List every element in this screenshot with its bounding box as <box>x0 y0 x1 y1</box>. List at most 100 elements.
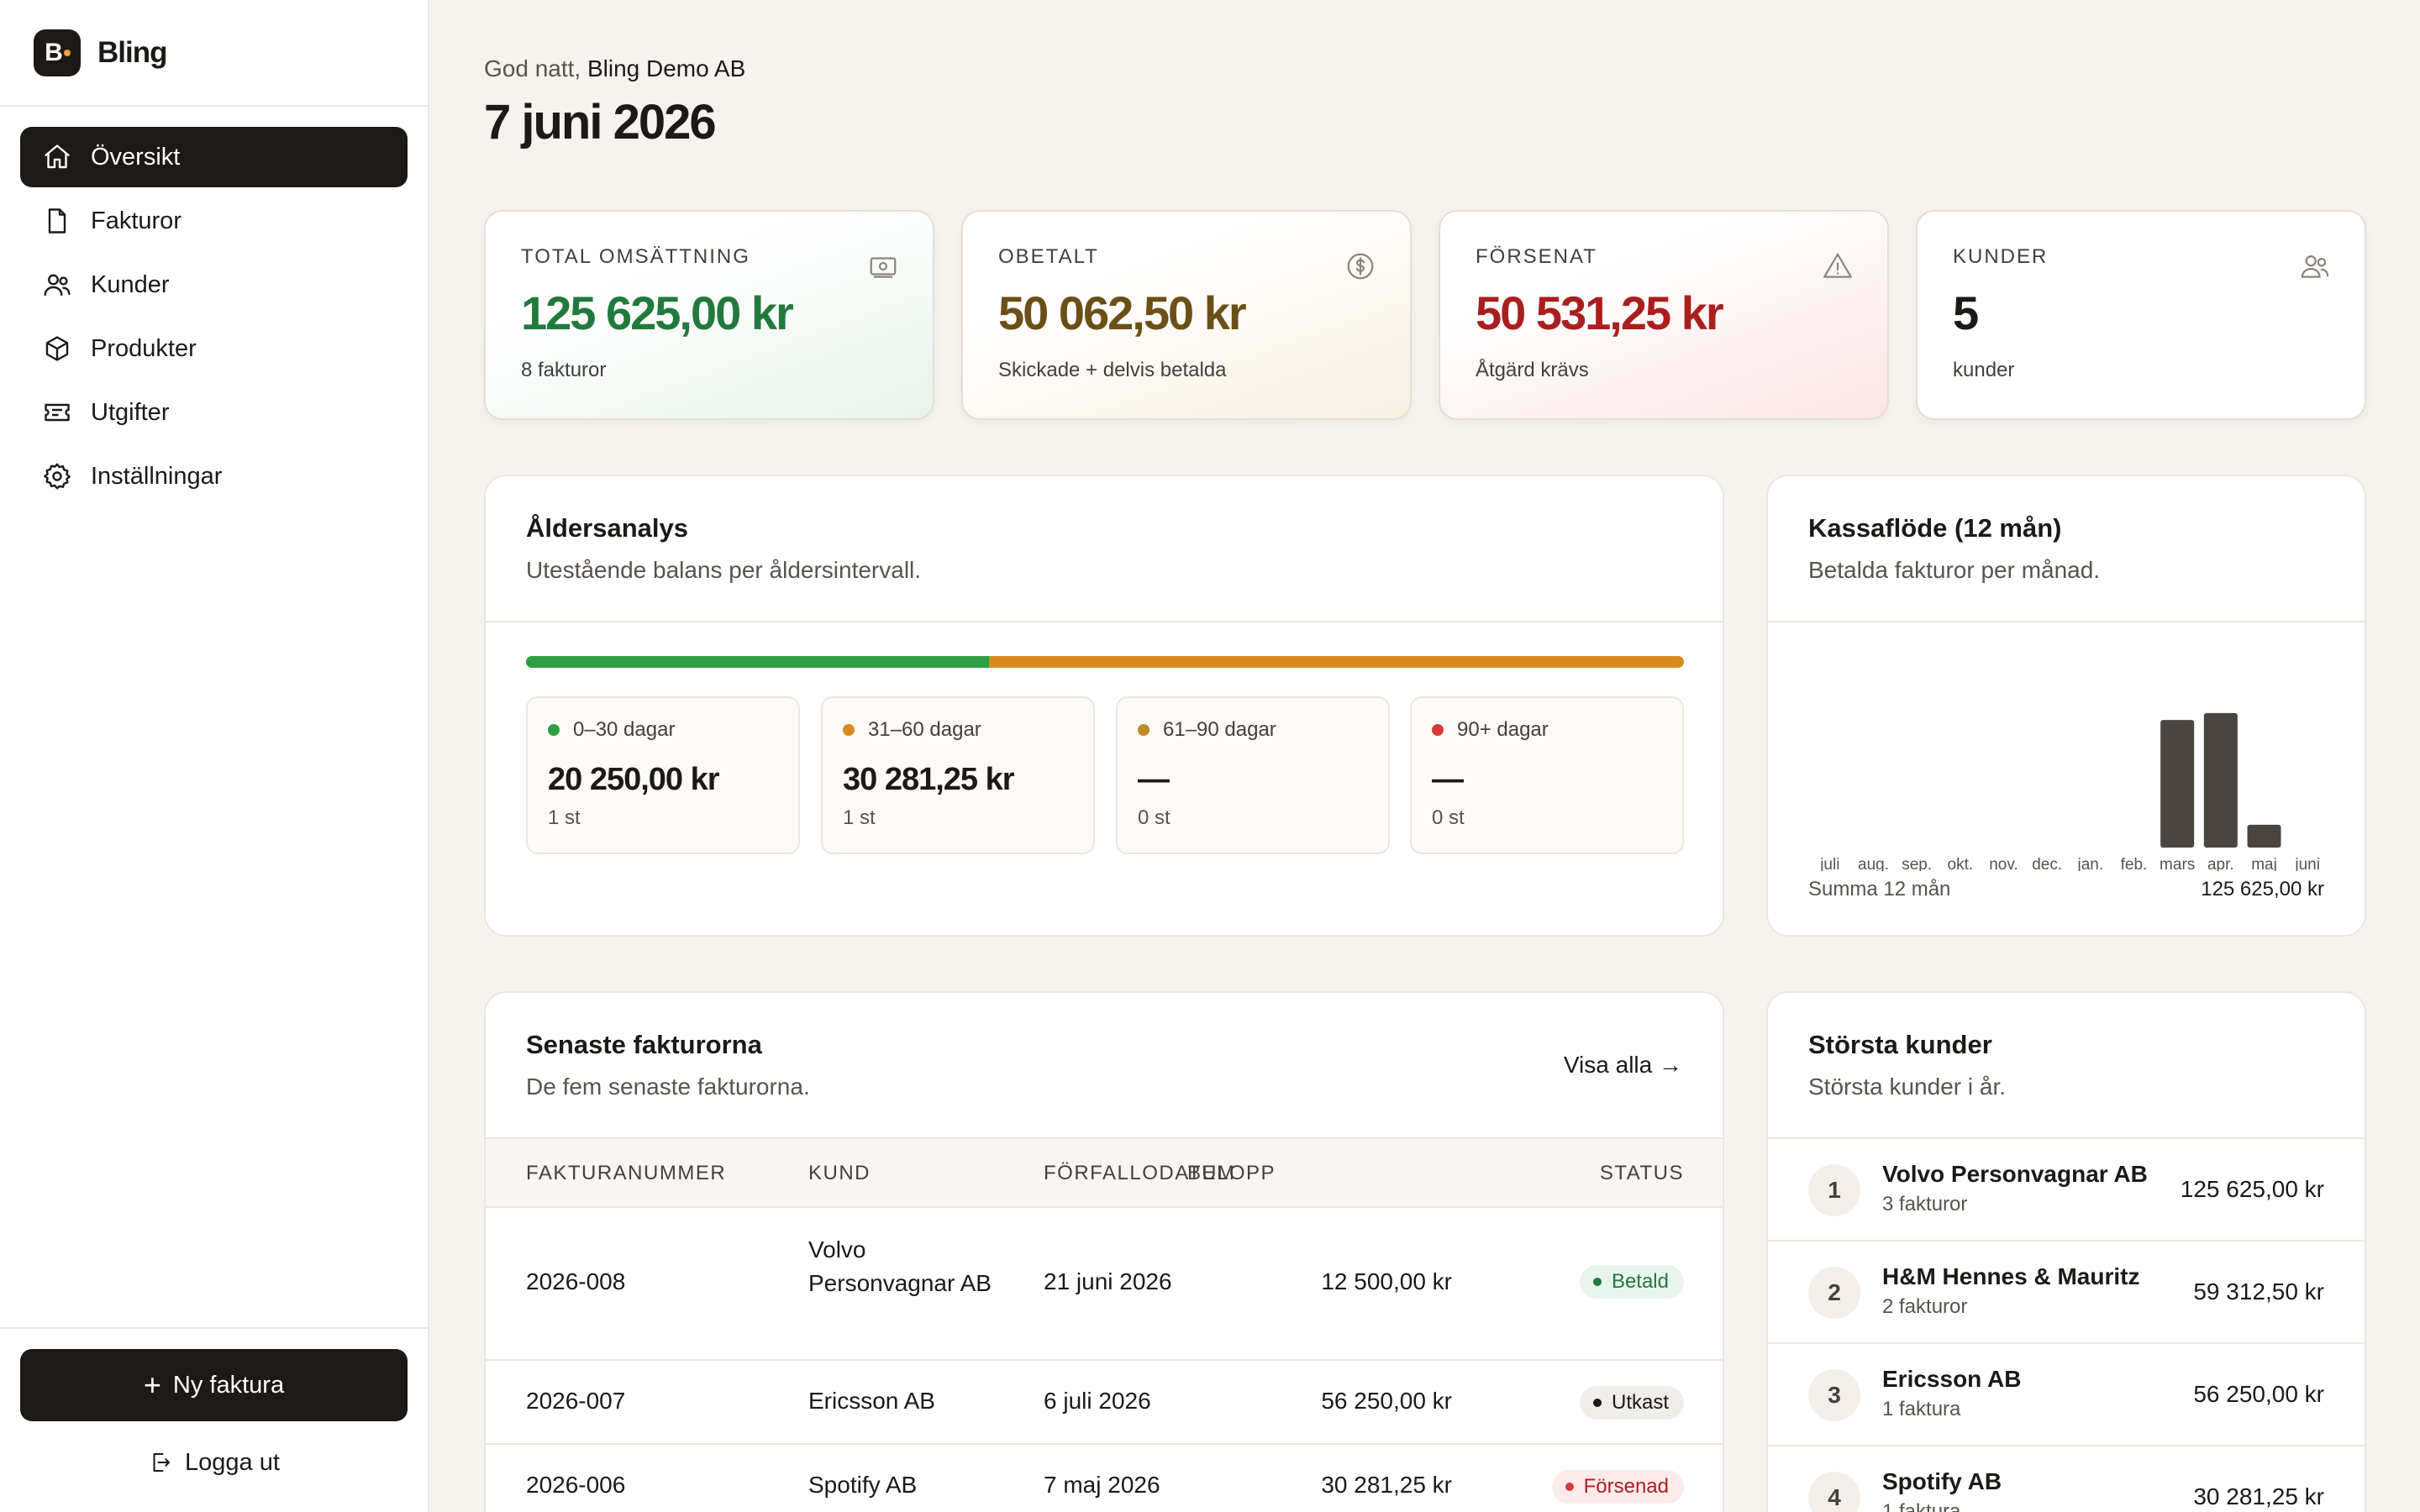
column-header-status[interactable]: STATUS <box>1600 1139 1684 1208</box>
list-item[interactable]: 3 Ericsson AB 1 faktura 56 250,00 kr <box>1768 1344 2365 1446</box>
list-item[interactable]: 2 H&M Hennes & Mauritz 2 fakturor 59 312… <box>1768 1242 2365 1344</box>
kpi-unpaid[interactable]: OBETALT 50 062,50 kr Skickade + delvis b… <box>961 210 1412 420</box>
kpi-total-revenue[interactable]: TOTAL OMSÄTTNING 125 625,00 kr 8 fakturo… <box>484 210 934 420</box>
cashflow-tick-label: okt. <box>1948 856 1974 871</box>
sidebar-item-label: Utgifter <box>91 398 170 426</box>
sidebar-item-produkter[interactable]: Produkter <box>20 318 408 379</box>
sidebar-item-fakturor[interactable]: Fakturor <box>20 191 408 251</box>
aging-title: Åldersanalys <box>526 513 688 543</box>
status-badge: Försenad <box>1551 1470 1684 1504</box>
bucket-count: 1 st <box>843 806 876 829</box>
customers-title: Största kunder <box>1808 1030 1992 1059</box>
cashflow-bar-maj[interactable] <box>2247 824 2281 848</box>
aging-bucket-31-60[interactable]: 31–60 dagar 30 281,25 kr 1 st <box>821 696 1095 854</box>
cashflow-tick-label: apr. <box>2207 856 2234 871</box>
table-row[interactable]: 2026-008 Volvo Personvagnar AB 21 juni 2… <box>486 1208 1723 1361</box>
table-header: FAKTURANUMMER KUND FÖRFALLODATUM BELOPP … <box>486 1139 1723 1208</box>
invoice-due-date: 21 juni 2026 <box>1044 1268 1172 1294</box>
invoice-amount: 12 500,00 kr <box>1321 1268 1452 1294</box>
invoice-number: 2026-007 <box>526 1388 626 1414</box>
sidebar-item-installningar[interactable]: Inställningar <box>20 446 408 507</box>
brand-logo-dot <box>64 49 71 56</box>
status-dot <box>1592 1278 1602 1286</box>
customer-name: H&M Hennes & Mauritz <box>1882 1263 2140 1289</box>
cashflow-tick-label: sep. <box>1902 856 1932 871</box>
sidebar-item-label: Översikt <box>91 143 181 171</box>
status-dot <box>548 724 560 736</box>
kpi-customers[interactable]: KUNDER 5 kunder <box>1916 210 2366 420</box>
kpi-subtext: kunder <box>1953 359 2015 381</box>
bucket-count: 0 st <box>1138 806 1171 829</box>
users-icon <box>2301 255 2329 278</box>
sidebar-item-label: Inställningar <box>91 462 223 490</box>
warning-icon <box>1823 253 1852 278</box>
sidebar-item-oversikt[interactable]: Översikt <box>20 127 408 187</box>
cashflow-card: Kassaflöde (12 mån) Betalda fakturor per… <box>1766 475 2366 937</box>
cashflow-bar-apr.[interactable] <box>2203 712 2238 848</box>
bucket-label-text: 31–60 dagar <box>868 718 981 741</box>
column-header-customer[interactable]: KUND <box>808 1139 871 1208</box>
sidebar-item-utgifter[interactable]: Utgifter <box>20 382 408 443</box>
kpi-label: TOTAL OMSÄTTNING <box>521 245 750 268</box>
list-item[interactable]: 4 Spotify AB 1 faktura 30 281,25 kr <box>1768 1446 2365 1512</box>
rank-badge: 3 <box>1808 1369 1860 1421</box>
kpi-label: OBETALT <box>998 245 1099 268</box>
invoices-header: Senaste fakturorna De fem senaste faktur… <box>486 993 1723 1139</box>
bucket-value: — <box>1138 762 1170 797</box>
column-header-amount[interactable]: BELOPP <box>1187 1139 1276 1208</box>
cashflow-subtitle: Betalda fakturor per månad. <box>1808 557 2101 583</box>
brand-name: Bling <box>97 35 167 69</box>
status-text: Försenad <box>1583 1475 1669 1498</box>
status-dot <box>1592 1399 1602 1407</box>
status-dot <box>843 724 855 736</box>
cashflow-title: Kassaflöde (12 mån) <box>1808 513 2062 543</box>
kpi-value: 50 531,25 kr <box>1476 286 1724 339</box>
users-icon <box>44 274 71 297</box>
cashflow-tick-label: jan. <box>2077 856 2104 871</box>
recent-invoices-card: Senaste fakturorna De fem senaste faktur… <box>484 991 1724 1512</box>
logout-button[interactable]: Logga ut <box>20 1426 408 1499</box>
cashflow-total-label: Summa 12 mån <box>1808 878 1951 900</box>
invoice-due-date: 6 juli 2026 <box>1044 1388 1151 1414</box>
cashflow-chart: juli aug. sep. okt. nov. dec. jan. feb. mars apr.… <box>1819 712 2320 871</box>
view-all-link[interactable]: Visa alla → <box>1564 1052 1682 1079</box>
aging-bucket-90-plus[interactable]: 90+ dagar — 0 st <box>1410 696 1684 854</box>
box-icon <box>45 336 69 361</box>
bucket-label: 61–90 dagar <box>1138 718 1368 742</box>
bucket-label-text: 61–90 dagar <box>1163 718 1276 741</box>
kpi-label: KUNDER <box>1953 245 2049 268</box>
invoice-amount: 56 250,00 kr <box>1321 1388 1452 1414</box>
invoices-title: Senaste fakturorna <box>526 1030 762 1059</box>
table-row[interactable]: 2026-007 Ericsson AB 6 juli 2026 56 250,… <box>486 1361 1723 1445</box>
invoice-customer: Spotify AB <box>808 1472 918 1498</box>
brand[interactable]: B Bling <box>0 0 428 107</box>
kpi-overdue[interactable]: FÖRSENAT 50 531,25 kr Åtgärd krävs <box>1439 210 1889 420</box>
invoice-due-date: 7 maj 2026 <box>1044 1472 1160 1498</box>
customer-amount: 125 625,00 kr <box>2180 1176 2324 1202</box>
rank-badge: 2 <box>1808 1267 1860 1319</box>
table-row[interactable]: 2026-006 Spotify AB 7 maj 2026 30 281,25… <box>486 1445 1723 1512</box>
kpi-subtext: Skickade + delvis betalda <box>998 359 1227 381</box>
aging-bucket-61-90[interactable]: 61–90 dagar — 0 st <box>1116 696 1390 854</box>
status-dot <box>1565 1483 1574 1491</box>
sidebar-item-label: Kunder <box>91 270 170 298</box>
customer-name: Spotify AB <box>1882 1468 2002 1494</box>
column-header-number[interactable]: FAKTURANUMMER <box>526 1139 726 1208</box>
cashflow-tick-label: feb. <box>2121 856 2148 871</box>
customer-invoice-count: 3 fakturor <box>1882 1193 1968 1215</box>
cash-icon <box>870 257 897 278</box>
bucket-value: — <box>1432 762 1464 797</box>
sidebar-item-label: Fakturor <box>91 207 182 234</box>
cashflow-header: Kassaflöde (12 mån) Betalda fakturor per… <box>1768 476 2365 622</box>
list-item[interactable]: 1 Volvo Personvagnar AB 3 fakturor 125 6… <box>1768 1139 2365 1242</box>
cashflow-tick-label: juli <box>1819 856 1839 871</box>
kpi-value: 125 625,00 kr <box>521 286 794 339</box>
page-title: 7 juni 2026 <box>484 95 717 150</box>
bucket-label: 90+ dagar <box>1432 718 1662 742</box>
aging-bucket-0-30[interactable]: 0–30 dagar 20 250,00 kr 1 st <box>526 696 800 854</box>
cashflow-bar-mars[interactable] <box>2160 720 2195 848</box>
sidebar-item-kunder[interactable]: Kunder <box>20 255 408 315</box>
aging-bar-segment-1 <box>989 656 1684 668</box>
new-invoice-button[interactable]: + Ny faktura <box>20 1349 408 1421</box>
rank-badge: 1 <box>1808 1164 1860 1216</box>
